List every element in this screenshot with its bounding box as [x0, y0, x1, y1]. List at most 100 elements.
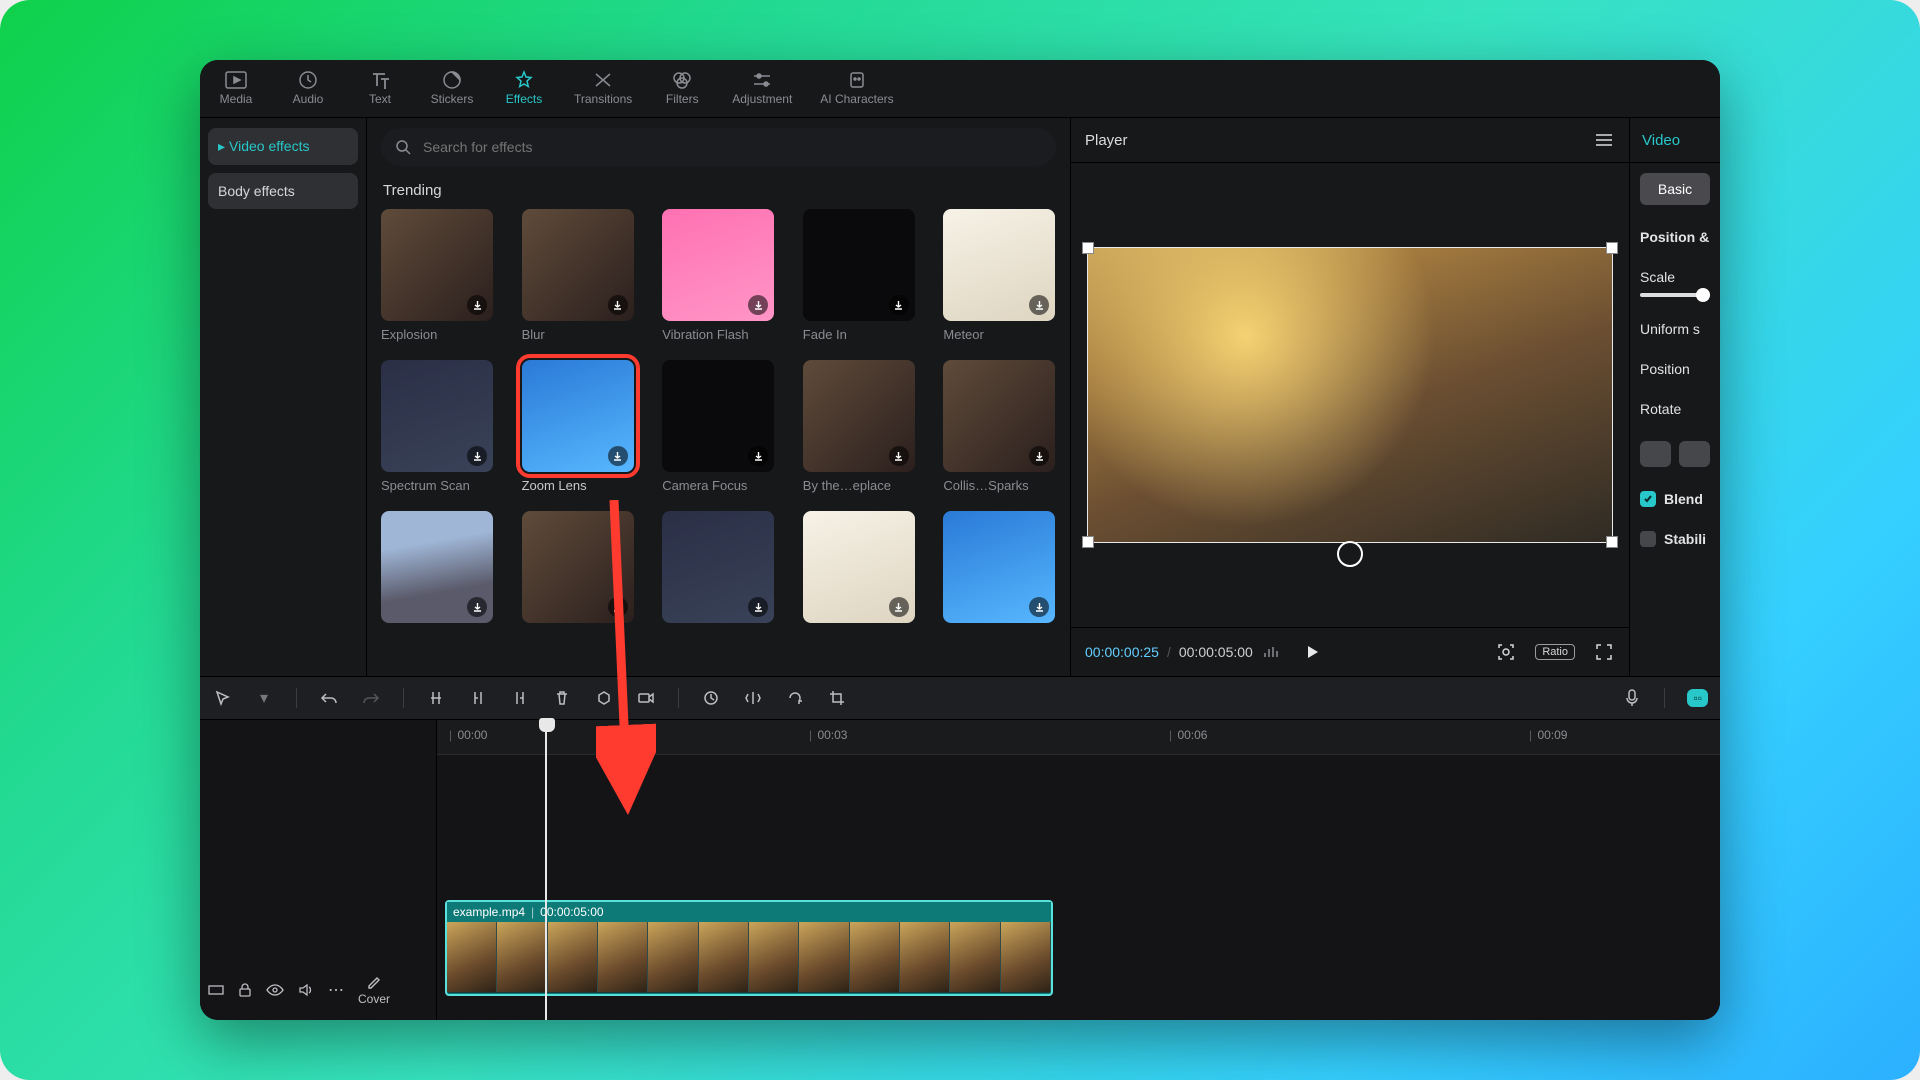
download-icon[interactable]	[608, 446, 628, 466]
volume-bars-icon[interactable]	[1261, 641, 1283, 663]
effect-card[interactable]	[662, 511, 775, 629]
download-icon[interactable]	[1029, 295, 1049, 315]
effect-card[interactable]	[943, 511, 1056, 629]
nav-media[interactable]: Media	[214, 71, 258, 106]
effect-card[interactable]: Collis…Sparks	[943, 360, 1056, 493]
redo-icon[interactable]	[361, 688, 381, 708]
align-left-button[interactable]	[1640, 441, 1671, 467]
time-ruler[interactable]: 00:00 00:03 00:06 00:09	[437, 720, 1720, 755]
mic-icon[interactable]	[1622, 688, 1642, 708]
resize-handle-tl[interactable]	[1082, 242, 1094, 254]
effect-card[interactable]: Explosion	[381, 209, 494, 342]
sidebar-item-video-effects[interactable]: ▸Video effects	[208, 128, 358, 165]
delete-icon[interactable]	[552, 688, 572, 708]
nav-adjustment[interactable]: Adjustment	[732, 71, 792, 106]
media-icon	[225, 71, 247, 89]
effect-card[interactable]	[522, 511, 635, 629]
undo-icon[interactable]	[319, 688, 339, 708]
effect-card[interactable]: Blur	[522, 209, 635, 342]
speed-icon[interactable]	[701, 688, 721, 708]
download-icon[interactable]	[748, 446, 768, 466]
rotate-icon[interactable]	[785, 688, 805, 708]
download-icon[interactable]	[608, 295, 628, 315]
preview-canvas[interactable]	[1087, 247, 1613, 544]
chevron-down-icon[interactable]: ▾	[254, 688, 274, 708]
crop-icon[interactable]	[827, 688, 847, 708]
download-icon[interactable]	[467, 295, 487, 315]
resize-handle-tr[interactable]	[1606, 242, 1618, 254]
timeline: ⋯ Cover 00:00 00:03 00:06 00:09 example.	[200, 720, 1720, 1020]
split-icon[interactable]	[426, 688, 446, 708]
download-icon[interactable]	[748, 295, 768, 315]
track-mute-icon[interactable]	[298, 983, 314, 997]
nav-filters[interactable]: Filters	[660, 71, 704, 106]
ratio-button[interactable]: Ratio	[1535, 644, 1575, 660]
marker-icon[interactable]	[594, 688, 614, 708]
timeline-tracks[interactable]: 00:00 00:03 00:06 00:09 example.mp4 | 00…	[437, 720, 1720, 1020]
frame-capture-icon[interactable]	[1495, 641, 1517, 663]
nav-effects[interactable]: Effects	[502, 71, 546, 106]
effect-card[interactable]: Fade In	[803, 209, 916, 342]
download-icon[interactable]	[1029, 597, 1049, 617]
effect-card[interactable]: By the…eplace	[803, 360, 916, 493]
stickers-icon	[441, 71, 463, 89]
download-icon[interactable]	[1029, 446, 1049, 466]
effect-card[interactable]	[381, 511, 494, 629]
player-title: Player	[1085, 132, 1128, 149]
mirror-icon[interactable]	[743, 688, 763, 708]
uniform-scale-label: Uniform s	[1640, 321, 1710, 337]
stabilize-checkbox[interactable]	[1640, 531, 1656, 547]
snap-toggle[interactable]: ▫▫	[1687, 689, 1708, 707]
nav-text[interactable]: Text	[358, 71, 402, 106]
resize-handle-br[interactable]	[1606, 536, 1618, 548]
track-more-icon[interactable]: ⋯	[328, 980, 344, 1000]
sidebar-item-body-effects[interactable]: Body effects	[208, 173, 358, 209]
effect-label: Camera Focus	[662, 478, 774, 493]
download-icon[interactable]	[889, 446, 909, 466]
play-button[interactable]	[1301, 641, 1323, 663]
track-lock-icon[interactable]	[238, 982, 252, 998]
playhead[interactable]	[545, 720, 547, 1020]
resize-handle-bl[interactable]	[1082, 536, 1094, 548]
blend-checkbox[interactable]	[1640, 491, 1656, 507]
fullscreen-icon[interactable]	[1593, 641, 1615, 663]
refresh-icon[interactable]	[1337, 541, 1363, 567]
effect-card[interactable]: Zoom Lens	[522, 360, 635, 493]
download-icon[interactable]	[889, 597, 909, 617]
effects-library: Trending ExplosionBlurVibration FlashFad…	[367, 118, 1071, 676]
align-center-button[interactable]	[1679, 441, 1710, 467]
nav-ai-characters[interactable]: AI Characters	[820, 71, 893, 106]
effect-card[interactable]: Spectrum Scan	[381, 360, 494, 493]
download-icon[interactable]	[608, 597, 628, 617]
nav-stickers[interactable]: Stickers	[430, 71, 474, 106]
scale-slider[interactable]	[1640, 293, 1710, 297]
nav-audio[interactable]: Audio	[286, 71, 330, 106]
cursor-tool-icon[interactable]	[212, 688, 232, 708]
download-icon[interactable]	[467, 597, 487, 617]
transitions-icon	[592, 71, 614, 89]
trim-left-icon[interactable]	[468, 688, 488, 708]
ai-characters-icon	[846, 71, 868, 89]
effect-card[interactable]: Vibration Flash	[662, 209, 775, 342]
search-field[interactable]	[421, 138, 1042, 156]
download-icon[interactable]	[467, 446, 487, 466]
cover-button[interactable]: Cover	[358, 974, 390, 1006]
nav-transitions[interactable]: Transitions	[574, 71, 632, 106]
search-input[interactable]	[381, 128, 1056, 166]
trim-right-icon[interactable]	[510, 688, 530, 708]
effect-label: Explosion	[381, 327, 493, 342]
inspector-basic-tab[interactable]: Basic	[1640, 173, 1710, 205]
player-menu-icon[interactable]	[1593, 132, 1615, 148]
download-icon[interactable]	[889, 295, 909, 315]
effect-card[interactable]: Camera Focus	[662, 360, 775, 493]
effect-card[interactable]	[803, 511, 916, 629]
effect-label: Vibration Flash	[662, 327, 774, 342]
track-add-icon[interactable]	[208, 983, 224, 997]
effect-card[interactable]: Meteor	[943, 209, 1056, 342]
effect-thumb	[943, 511, 1055, 623]
video-clip[interactable]: example.mp4 | 00:00:05:00	[445, 900, 1053, 996]
inspector-tab-video[interactable]: Video	[1630, 118, 1720, 163]
track-visible-icon[interactable]	[266, 984, 284, 996]
record-icon[interactable]	[636, 688, 656, 708]
download-icon[interactable]	[748, 597, 768, 617]
